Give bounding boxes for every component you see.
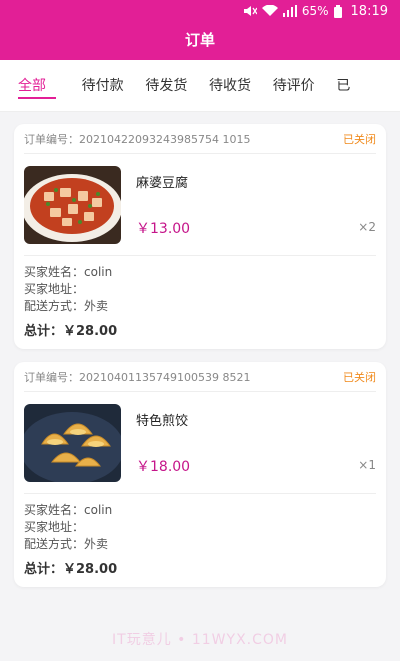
- battery-icon: [333, 4, 342, 18]
- tab-pending-shipment[interactable]: 待发货: [145, 61, 209, 111]
- tab-pending-receipt[interactable]: 待收货: [209, 61, 273, 111]
- goods-quantity: ×1: [358, 457, 376, 472]
- buyer-info: 买家姓名：colin 买家地址： 配送方式：外卖 总计：￥28.00: [24, 256, 376, 349]
- goods-info: 麻婆豆腐 ￥13.00 ×2: [136, 166, 376, 244]
- tab-pending-payment[interactable]: 待付款: [82, 61, 146, 111]
- goods-row[interactable]: 特色煎饺 ￥18.00 ×1: [24, 392, 376, 494]
- goods-image-mapo-tofu: [24, 165, 121, 244]
- order-status: 已关闭: [343, 132, 376, 146]
- signal-icon: [282, 5, 297, 17]
- tab-pending-review[interactable]: 待评价: [273, 61, 337, 111]
- goods-quantity: ×2: [358, 219, 376, 234]
- buyer-address: 买家地址：: [24, 282, 85, 296]
- mute-icon: [243, 5, 257, 17]
- order-tabs: 全部 待付款 待发货 待收货 待评价 已: [0, 60, 400, 112]
- delivery-method: 配送方式：外卖: [24, 537, 109, 551]
- tab-all[interactable]: 全部: [18, 61, 82, 111]
- order-number: 订单编号：20210401135749100539 8521: [24, 370, 251, 384]
- status-bar: 65% 18:19: [0, 0, 400, 22]
- wifi-icon: [261, 5, 278, 17]
- order-list: 订单编号：20210422093243985754 1015 已关闭 麻婆豆腐 …: [0, 112, 400, 587]
- buyer-address: 买家地址：: [24, 520, 85, 534]
- battery-percent: 65%: [301, 4, 329, 18]
- tab-more[interactable]: 已: [336, 61, 400, 111]
- order-card-header: 订单编号：20210401135749100539 8521 已关闭: [24, 362, 376, 392]
- goods-price: ￥13.00: [136, 220, 191, 237]
- order-card[interactable]: 订单编号：20210422093243985754 1015 已关闭 麻婆豆腐 …: [14, 124, 386, 349]
- order-status: 已关闭: [343, 370, 376, 384]
- goods-name: 麻婆豆腐: [136, 175, 189, 191]
- order-total: 总计：￥28.00: [24, 324, 118, 339]
- buyer-info: 买家姓名：colin 买家地址： 配送方式：外卖 总计：￥28.00: [24, 494, 376, 587]
- status-time: 18:19: [350, 3, 388, 19]
- order-card[interactable]: 订单编号：20210401135749100539 8521 已关闭 特色煎饺 …: [14, 362, 386, 587]
- goods-row[interactable]: 麻婆豆腐 ￥13.00 ×2: [24, 154, 376, 256]
- page-title: 订单: [184, 31, 215, 49]
- app-header: 65% 18:19 订单: [0, 0, 400, 60]
- buyer-name: 买家姓名：colin: [24, 265, 113, 279]
- delivery-method: 配送方式：外卖: [24, 299, 109, 313]
- watermark: IT玩意儿 • 11WYX.COM: [112, 632, 288, 648]
- buyer-name: 买家姓名：colin: [24, 503, 113, 517]
- order-total: 总计：￥28.00: [24, 562, 118, 577]
- goods-info: 特色煎饺 ￥18.00 ×1: [136, 404, 376, 482]
- goods-price: ￥18.00: [136, 458, 191, 475]
- order-card-header: 订单编号：20210422093243985754 1015 已关闭: [24, 124, 376, 154]
- order-number: 订单编号：20210422093243985754 1015: [24, 132, 251, 146]
- goods-image-fried-dumplings: [24, 403, 121, 482]
- goods-name: 特色煎饺: [136, 413, 189, 429]
